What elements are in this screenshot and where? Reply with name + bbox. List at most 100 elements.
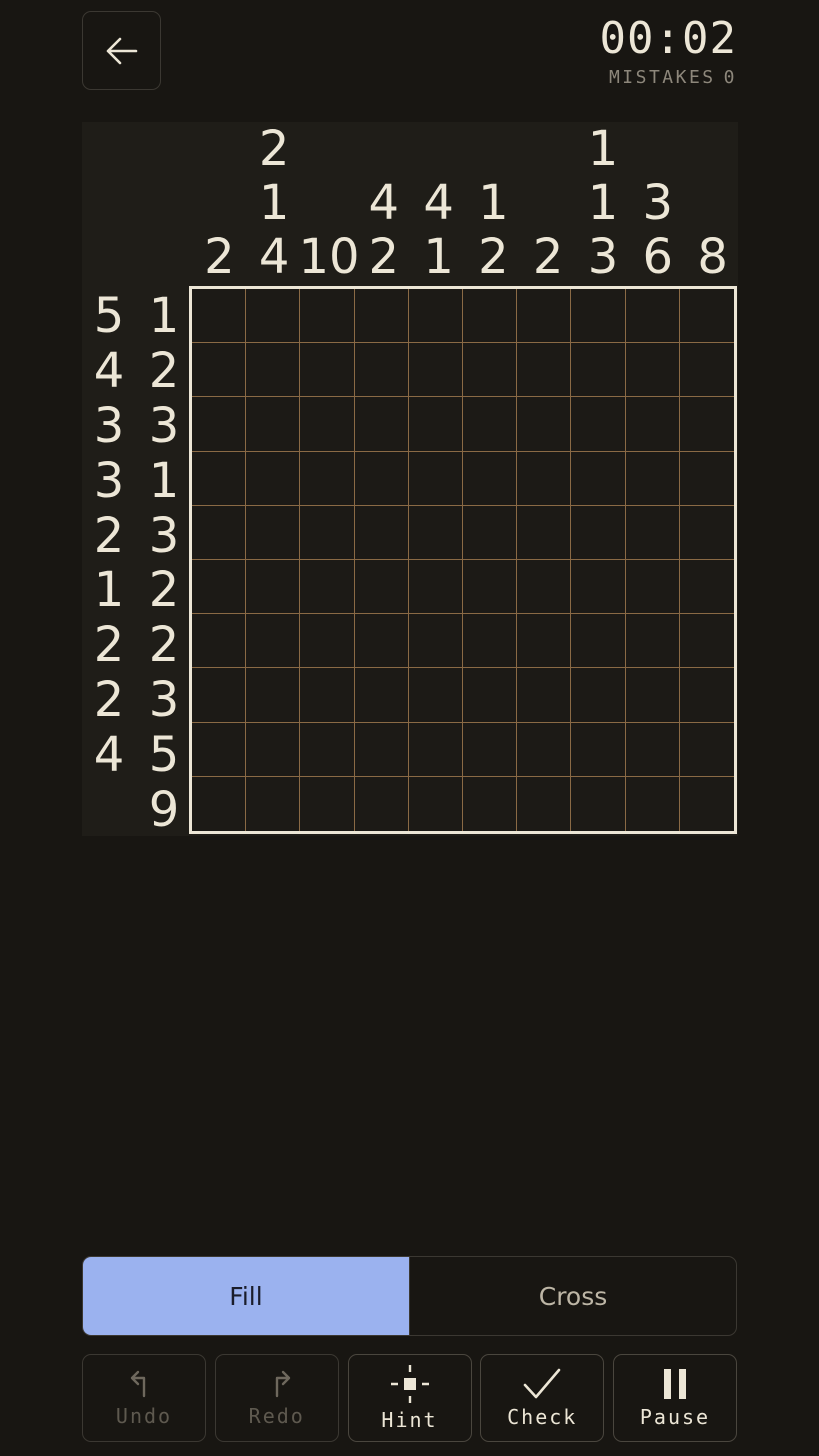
- grid-cell[interactable]: [571, 668, 626, 723]
- hint-button[interactable]: Hint: [347, 1354, 472, 1442]
- puzzle-grid[interactable]: [189, 286, 737, 834]
- grid-cell[interactable]: [192, 614, 247, 669]
- grid-cell[interactable]: [300, 722, 355, 777]
- undo-button[interactable]: Undo: [82, 1354, 206, 1442]
- grid-cell[interactable]: [517, 776, 572, 831]
- grid-cell[interactable]: [300, 668, 355, 723]
- grid-cell[interactable]: [192, 560, 247, 615]
- grid-cell[interactable]: [408, 560, 463, 615]
- grid-cell[interactable]: [679, 289, 734, 344]
- grid-cell[interactable]: [300, 560, 355, 615]
- grid-cell[interactable]: [680, 777, 734, 831]
- grid-cell[interactable]: [300, 397, 355, 452]
- fill-mode-button[interactable]: Fill: [83, 1257, 409, 1335]
- grid-cell[interactable]: [408, 397, 463, 452]
- grid-cell[interactable]: [571, 776, 626, 831]
- grid-cell[interactable]: [517, 668, 572, 723]
- grid-cell[interactable]: [408, 343, 463, 398]
- grid-cell[interactable]: [571, 289, 626, 344]
- grid-cell[interactable]: [463, 776, 518, 831]
- grid-cell[interactable]: [192, 343, 247, 398]
- grid-cell[interactable]: [625, 397, 680, 452]
- grid-cell[interactable]: [571, 722, 626, 777]
- grid-cell[interactable]: [679, 452, 734, 506]
- grid-cell[interactable]: [625, 722, 680, 777]
- grid-cell[interactable]: [408, 451, 463, 506]
- grid-cell[interactable]: [246, 722, 301, 777]
- grid-cell[interactable]: [192, 397, 247, 452]
- grid-cell[interactable]: [626, 776, 680, 831]
- grid-cell[interactable]: [571, 505, 626, 560]
- grid-cell[interactable]: [300, 614, 355, 669]
- redo-button[interactable]: Redo: [214, 1354, 339, 1442]
- grid-cell[interactable]: [517, 722, 572, 777]
- grid-cell[interactable]: [571, 397, 626, 452]
- grid-cell[interactable]: [571, 560, 626, 615]
- grid-cell[interactable]: [517, 451, 572, 506]
- grid-cell[interactable]: [571, 614, 626, 669]
- grid-cell[interactable]: [625, 505, 680, 560]
- grid-cell[interactable]: [679, 560, 734, 615]
- grid-cell[interactable]: [192, 505, 247, 560]
- grid-cell[interactable]: [408, 722, 463, 777]
- grid-cell[interactable]: [679, 343, 734, 398]
- grid-cell[interactable]: [408, 289, 463, 344]
- grid-cell[interactable]: [192, 668, 247, 723]
- grid-cell[interactable]: [463, 343, 518, 398]
- grid-cell[interactable]: [679, 397, 734, 452]
- cross-mode-button[interactable]: Cross: [409, 1257, 736, 1335]
- check-button[interactable]: Check: [480, 1354, 605, 1442]
- grid-cell[interactable]: [408, 505, 463, 560]
- grid-cell[interactable]: [246, 614, 301, 669]
- grid-cell[interactable]: [463, 397, 518, 452]
- grid-cell[interactable]: [625, 343, 680, 398]
- grid-cell[interactable]: [354, 722, 409, 777]
- grid-cell[interactable]: [192, 451, 247, 506]
- grid-cell[interactable]: [246, 668, 301, 723]
- grid-cell[interactable]: [679, 506, 734, 560]
- grid-cell[interactable]: [300, 776, 355, 831]
- grid-cell[interactable]: [192, 722, 247, 777]
- grid-cell[interactable]: [517, 343, 572, 398]
- grid-cell[interactable]: [517, 505, 572, 560]
- grid-cell[interactable]: [300, 451, 355, 506]
- back-button[interactable]: [82, 11, 161, 90]
- grid-cell[interactable]: [625, 289, 680, 344]
- grid-cell[interactable]: [625, 668, 680, 723]
- grid-cell[interactable]: [571, 451, 626, 506]
- grid-cell[interactable]: [246, 505, 301, 560]
- grid-cell[interactable]: [408, 614, 463, 669]
- grid-cell[interactable]: [354, 668, 409, 723]
- grid-cell[interactable]: [354, 397, 409, 452]
- grid-cell[interactable]: [246, 289, 301, 344]
- grid-cell[interactable]: [679, 614, 734, 669]
- grid-cell[interactable]: [354, 560, 409, 615]
- grid-cell[interactable]: [517, 560, 572, 615]
- grid-cell[interactable]: [463, 289, 518, 344]
- grid-cell[interactable]: [354, 289, 409, 344]
- grid-cell[interactable]: [408, 668, 463, 723]
- grid-cell[interactable]: [192, 289, 247, 344]
- grid-cell[interactable]: [246, 397, 301, 452]
- grid-cell[interactable]: [625, 560, 680, 615]
- grid-cell[interactable]: [354, 505, 409, 560]
- grid-cell[interactable]: [354, 614, 409, 669]
- grid-cell[interactable]: [679, 723, 734, 777]
- grid-cell[interactable]: [354, 451, 409, 506]
- grid-cell[interactable]: [192, 776, 247, 831]
- grid-cell[interactable]: [300, 289, 355, 344]
- grid-cell[interactable]: [463, 668, 518, 723]
- grid-cell[interactable]: [246, 451, 301, 506]
- grid-cell[interactable]: [463, 722, 518, 777]
- grid-cell[interactable]: [463, 614, 518, 669]
- grid-cell[interactable]: [517, 614, 572, 669]
- grid-cell[interactable]: [300, 343, 355, 398]
- grid-cell[interactable]: [571, 343, 626, 398]
- pause-button[interactable]: Pause: [613, 1354, 737, 1442]
- grid-cell[interactable]: [463, 505, 518, 560]
- grid-cell[interactable]: [246, 560, 301, 615]
- grid-cell[interactable]: [246, 343, 301, 398]
- grid-cell[interactable]: [625, 614, 680, 669]
- grid-cell[interactable]: [463, 560, 518, 615]
- grid-cell[interactable]: [355, 776, 409, 831]
